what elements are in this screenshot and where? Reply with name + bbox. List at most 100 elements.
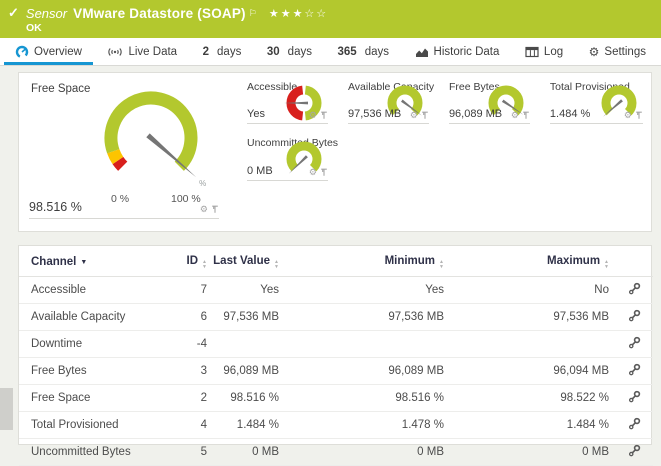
tab-overview[interactable]: Overview bbox=[4, 38, 93, 65]
live-data-icon bbox=[107, 46, 123, 58]
channel-actions bbox=[609, 304, 653, 331]
sort-icon: ▲▼ bbox=[604, 260, 609, 269]
col-header-maximum[interactable]: Maximum▲▼ bbox=[444, 246, 609, 277]
channel-actions bbox=[609, 385, 653, 412]
channel-actions bbox=[609, 412, 653, 439]
tab-settings[interactable]: ⚙ Settings bbox=[578, 38, 657, 65]
edit-channel-wrench-icon[interactable] bbox=[628, 444, 641, 457]
gear-icon[interactable]: ⚙ bbox=[410, 111, 418, 120]
col-header-id[interactable]: ID▲▼ bbox=[169, 246, 207, 277]
gear-icon[interactable]: ⚙ bbox=[309, 111, 317, 120]
priority-stars[interactable]: ★★★☆☆ bbox=[269, 7, 328, 20]
channel-actions bbox=[609, 439, 653, 466]
status-check-icon: ✓ bbox=[8, 5, 19, 21]
channel-name[interactable]: Free Space bbox=[19, 385, 169, 412]
tab-365-days[interactable]: 365 days bbox=[327, 38, 400, 65]
channel-id: 7 bbox=[169, 277, 207, 304]
table-row: Free Space 2 98.516 % 98.516 % 98.522 % bbox=[19, 385, 653, 412]
channel-minimum: 1.478 % bbox=[279, 412, 444, 439]
channel-last-value: 96,089 MB bbox=[207, 358, 279, 385]
table-row: Accessible 7 Yes Yes No bbox=[19, 277, 653, 304]
tab-2-days[interactable]: 2 days bbox=[192, 38, 253, 65]
table-row: Available Capacity 6 97,536 MB 97,536 MB… bbox=[19, 304, 653, 331]
channel-name[interactable]: Available Capacity bbox=[19, 304, 169, 331]
gear-icon[interactable]: ⚙ bbox=[200, 205, 208, 214]
channel-id: 2 bbox=[169, 385, 207, 412]
gauge-cell-available-capacity: Available Capacity 97,536 MB ⚙ bbox=[336, 73, 437, 129]
gauges-panel: Free Space % 0 % 100 % 98.516 % ⚙ Access… bbox=[18, 72, 652, 232]
edit-channel-wrench-icon[interactable] bbox=[628, 336, 641, 349]
tab-historic-data[interactable]: Historic Data bbox=[404, 38, 511, 65]
tab-label: Live Data bbox=[128, 46, 177, 58]
tab-bar: Overview Live Data 2 days 30 days 365 da… bbox=[0, 38, 661, 66]
edit-channel-wrench-icon[interactable] bbox=[628, 390, 641, 403]
historic-data-icon bbox=[415, 46, 429, 58]
gear-icon[interactable]: ⚙ bbox=[309, 168, 317, 177]
channel-last-value: 97,536 MB bbox=[207, 304, 279, 331]
channel-last-value: 98.516 % bbox=[207, 385, 279, 412]
tab-label: Historic Data bbox=[434, 46, 500, 58]
pin-icon[interactable] bbox=[635, 111, 643, 120]
sort-desc-icon: ▼ bbox=[80, 259, 87, 266]
channel-last-value bbox=[207, 331, 279, 358]
gauge-cell-uncommitted-bytes: Uncommitted Bytes 0 MB ⚙ bbox=[235, 129, 336, 186]
channel-maximum: No bbox=[444, 277, 609, 304]
channel-maximum: 98.522 % bbox=[444, 385, 609, 412]
edit-channel-wrench-icon[interactable] bbox=[628, 363, 641, 376]
channel-name[interactable]: Accessible bbox=[19, 277, 169, 304]
tab-30-days[interactable]: 30 days bbox=[256, 38, 323, 65]
tab-live-data[interactable]: Live Data bbox=[96, 38, 188, 65]
tab-label: Settings bbox=[604, 46, 646, 58]
edit-channel-wrench-icon[interactable] bbox=[628, 309, 641, 322]
edit-channel-wrench-icon[interactable] bbox=[628, 417, 641, 430]
table-row: Uncommitted Bytes 5 0 MB 0 MB 0 MB bbox=[19, 439, 653, 466]
gauge-value: 0 MB bbox=[247, 165, 273, 177]
gauge-cell-free-space: Free Space % 0 % 100 % 98.516 % ⚙ bbox=[19, 73, 235, 231]
gauge-value: 97,536 MB bbox=[348, 108, 401, 120]
pin-icon[interactable] bbox=[320, 111, 328, 120]
channel-actions bbox=[609, 331, 653, 358]
gear-icon[interactable]: ⚙ bbox=[624, 111, 632, 120]
col-header-minimum[interactable]: Minimum▲▼ bbox=[279, 246, 444, 277]
gauge-value: 96,089 MB bbox=[449, 108, 502, 120]
gauge-cell-accessible: Accessible Yes ⚙ bbox=[235, 73, 336, 129]
channel-id: 4 bbox=[169, 412, 207, 439]
gear-icon[interactable]: ⚙ bbox=[511, 111, 519, 120]
channel-id: 3 bbox=[169, 358, 207, 385]
channel-minimum: Yes bbox=[279, 277, 444, 304]
channel-last-value: Yes bbox=[207, 277, 279, 304]
pin-icon[interactable] bbox=[211, 205, 219, 214]
channel-last-value: 1.484 % bbox=[207, 412, 279, 439]
channel-id: 6 bbox=[169, 304, 207, 331]
tab-log[interactable]: Log bbox=[514, 38, 574, 65]
pin-icon[interactable] bbox=[522, 111, 530, 120]
col-header-last-value[interactable]: Last Value▲▼ bbox=[207, 246, 279, 277]
edit-channel-wrench-icon[interactable] bbox=[628, 282, 641, 295]
sort-icon: ▲▼ bbox=[202, 260, 207, 269]
flag-icon[interactable]: ⚐ bbox=[249, 8, 257, 19]
tab-number: 365 bbox=[338, 46, 357, 58]
sort-icon: ▲▼ bbox=[274, 260, 279, 269]
pin-icon[interactable] bbox=[320, 168, 328, 177]
partial-element bbox=[0, 388, 13, 430]
table-header-row: Channel▼ ID▲▼ Last Value▲▼ Minimum▲▼ Max… bbox=[19, 246, 653, 277]
channels-table: Channel▼ ID▲▼ Last Value▲▼ Minimum▲▼ Max… bbox=[19, 246, 653, 466]
tab-label: days bbox=[288, 46, 312, 58]
tab-label: days bbox=[365, 46, 389, 58]
table-row: Free Bytes 3 96,089 MB 96,089 MB 96,094 … bbox=[19, 358, 653, 385]
channel-name[interactable]: Uncommitted Bytes bbox=[19, 439, 169, 466]
channel-maximum: 0 MB bbox=[444, 439, 609, 466]
channel-name[interactable]: Free Bytes bbox=[19, 358, 169, 385]
channel-last-value: 0 MB bbox=[207, 439, 279, 466]
status-badge: OK bbox=[26, 22, 42, 34]
pin-icon[interactable] bbox=[421, 111, 429, 120]
channel-maximum: 1.484 % bbox=[444, 412, 609, 439]
channel-name[interactable]: Total Provisioned bbox=[19, 412, 169, 439]
col-header-channel[interactable]: Channel▼ bbox=[19, 246, 169, 277]
channel-maximum: 96,094 MB bbox=[444, 358, 609, 385]
channel-minimum: 96,089 MB bbox=[279, 358, 444, 385]
channel-minimum bbox=[279, 331, 444, 358]
gauge-cell-total-provisioned: Total Provisioned 1.484 % ⚙ bbox=[538, 73, 651, 129]
channel-name[interactable]: Downtime bbox=[19, 331, 169, 358]
log-icon bbox=[525, 46, 539, 58]
